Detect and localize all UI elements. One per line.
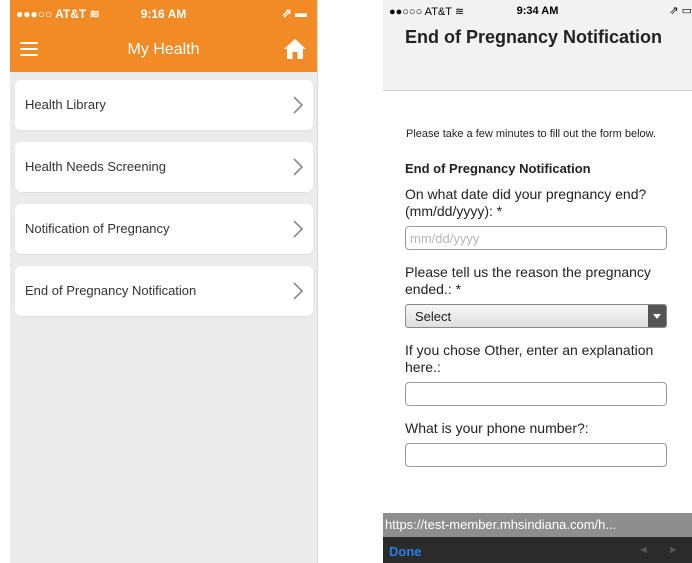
status-time: 9:16 AM xyxy=(140,7,187,21)
menu-item-notification-of-pregnancy[interactable]: Notification of Pregnancy xyxy=(15,204,313,254)
menu-item-label: Notification of Pregnancy xyxy=(25,221,170,236)
page-title: My Health xyxy=(127,41,200,58)
chevron-right-icon xyxy=(293,220,303,238)
reason-select[interactable]: Select xyxy=(405,304,667,328)
pregnancy-form: Please take a few minutes to fill out th… xyxy=(405,127,680,481)
status-time: 9:34 AM xyxy=(516,5,559,17)
chevron-right-icon xyxy=(293,96,303,114)
reason-select-value: Select xyxy=(415,309,452,324)
next-field-icon[interactable]: ► xyxy=(668,544,679,556)
date-question-label: On what date did your pregnancy end? (mm… xyxy=(405,186,647,219)
form-heading: End of Pregnancy Notification xyxy=(405,161,591,176)
menu-item-label: Health Needs Screening xyxy=(25,159,166,174)
form-header: End of Pregnancy Notification xyxy=(383,22,692,91)
health-menu: Health Library Health Needs Screening No… xyxy=(15,80,313,328)
nav-bar: My Health xyxy=(10,28,317,72)
page-title: End of Pregnancy Notification xyxy=(405,27,663,47)
keyboard-toolbar: Done ◄ ► xyxy=(383,537,692,563)
previous-field-icon[interactable]: ◄ xyxy=(638,544,649,556)
menu-item-health-needs-screening[interactable]: Health Needs Screening xyxy=(15,142,313,192)
menu-item-health-library[interactable]: Health Library xyxy=(15,80,313,130)
end-of-pregnancy-form-screen: ●●○○○ AT&T ≋ 9:34 AM ⇗ ▭ End of Pregnanc… xyxy=(383,0,692,563)
battery-icon: ⇗ ▭ xyxy=(669,5,692,17)
home-icon[interactable] xyxy=(283,38,307,60)
done-button[interactable]: Done xyxy=(389,544,422,559)
other-explanation-input[interactable] xyxy=(405,382,667,406)
phone-question-label: What is your phone number?: xyxy=(405,420,589,436)
url-bar[interactable]: https://test-member.mhsindiana.com/h... xyxy=(383,513,692,537)
form-intro: Please take a few minutes to fill out th… xyxy=(406,128,657,140)
menu-item-label: End of Pregnancy Notification xyxy=(25,283,197,298)
status-bar: ●●○○○ AT&T ≋ 9:34 AM ⇗ ▭ xyxy=(383,0,692,22)
end-date-input[interactable] xyxy=(405,226,667,250)
dropdown-arrow-icon xyxy=(648,305,666,327)
battery-icon: ⇗ ▬ xyxy=(281,6,307,20)
url-text: https://test-member.mhsindiana.com/h... xyxy=(385,517,617,532)
menu-item-label: Health Library xyxy=(25,97,106,112)
chevron-right-icon xyxy=(293,158,303,176)
divider xyxy=(317,0,318,563)
phone-number-input[interactable] xyxy=(405,443,667,467)
reason-question-label: Please tell us the reason the pregnancy … xyxy=(405,264,651,297)
chevron-right-icon xyxy=(293,282,303,300)
my-health-screen: ●●●○○ AT&T ≋ 9:16 AM ⇗ ▬ My Health Healt… xyxy=(10,0,317,563)
status-bar: ●●●○○ AT&T ≋ 9:16 AM ⇗ ▬ xyxy=(10,0,317,28)
other-question-label: If you chose Other, enter an explanation… xyxy=(405,342,654,375)
menu-item-end-of-pregnancy-notification[interactable]: End of Pregnancy Notification xyxy=(15,266,313,316)
